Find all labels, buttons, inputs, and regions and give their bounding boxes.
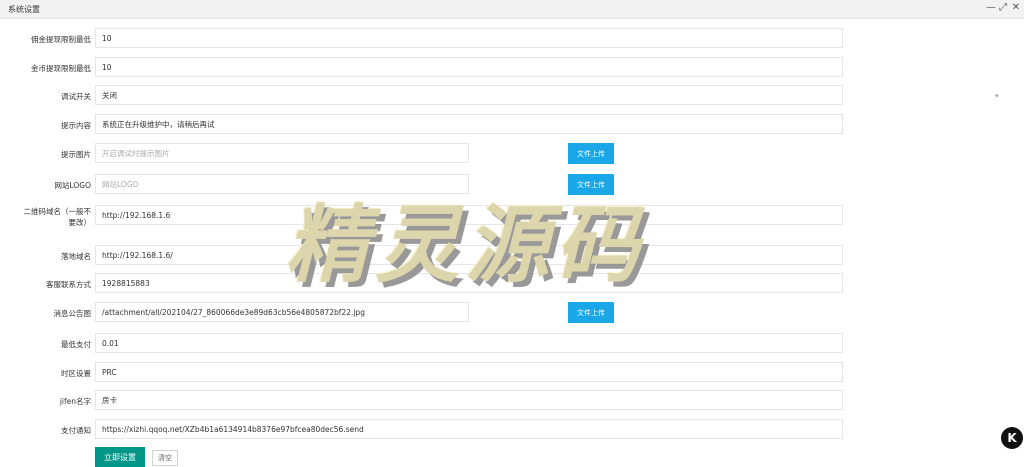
notice-image2-label: 消息公告图	[53, 309, 92, 318]
corner-logo-icon[interactable]: K	[1001, 427, 1023, 449]
min-pay-input[interactable]	[95, 333, 843, 353]
form-row-service-contact: 客服联系方式	[0, 273, 1024, 295]
notice-content-input[interactable]	[95, 114, 843, 134]
timezone-input[interactable]	[95, 362, 843, 382]
submit-button[interactable]: 立即设置	[95, 447, 145, 467]
window-titlebar: 系统设置 — ⤢ ✕	[0, 0, 1024, 19]
debug-switch-select[interactable]: 关闭	[95, 85, 843, 105]
form-row-commission-min: 佣金提现限制最低	[0, 28, 1024, 50]
site-logo-label: 网站LOGO	[54, 181, 91, 190]
form-row-notice-image: 提示图片 文件上传	[0, 143, 1024, 165]
qr-domain-label: 二维码域名（一般不要改）	[23, 207, 92, 227]
commission-min-input[interactable]	[95, 28, 843, 48]
timezone-label: 时区设置	[61, 369, 91, 378]
landing-domain-input[interactable]	[95, 245, 843, 265]
notice-image2-upload-button[interactable]: 文件上传	[568, 302, 614, 323]
service-contact-label: 客服联系方式	[46, 280, 91, 289]
jifen-name-input[interactable]	[95, 390, 843, 410]
debug-switch-label: 调试开关	[61, 92, 91, 101]
site-logo-input[interactable]	[95, 174, 469, 194]
form-row-coin-min: 金币提现限制最低	[0, 57, 1024, 79]
form-row-notice-content: 提示内容	[0, 114, 1024, 136]
notice-image-input[interactable]	[95, 143, 469, 163]
form-row-jifen-name: jifen名字	[0, 390, 1024, 412]
qr-domain-input[interactable]	[95, 205, 843, 225]
notice-image-upload-button[interactable]: 文件上传	[568, 143, 614, 164]
minimize-icon[interactable]: —	[985, 2, 997, 14]
form-row-landing-domain: 落地域名	[0, 245, 1024, 267]
form-row-notice-image2: 消息公告图 文件上传	[0, 302, 1024, 324]
form-row-site-logo: 网站LOGO 文件上传	[0, 174, 1024, 196]
pay-notify-label: 支付通知	[61, 426, 91, 435]
maximize-icon[interactable]: ⤢	[997, 2, 1009, 14]
coin-min-label: 金币提现限制最低	[31, 64, 91, 73]
notice-image-label: 提示图片	[61, 150, 91, 159]
chevron-down-icon[interactable]: ▾	[995, 92, 999, 100]
pay-notify-input[interactable]	[95, 419, 843, 439]
window-title: 系统设置	[8, 5, 40, 14]
service-contact-input[interactable]	[95, 273, 843, 293]
coin-min-input[interactable]	[95, 57, 843, 77]
jifen-name-label: jifen名字	[59, 397, 91, 406]
form-row-qr-domain: 二维码域名（一般不要改）	[0, 205, 1024, 227]
min-pay-label: 最低支付	[61, 340, 91, 349]
form-row-debug-switch: 调试开关 关闭 ▾	[0, 85, 1024, 107]
notice-content-label: 提示内容	[61, 121, 91, 130]
close-icon[interactable]: ✕	[1010, 2, 1022, 14]
commission-min-label: 佣金提现限制最低	[31, 35, 91, 44]
landing-domain-label: 落地域名	[61, 252, 91, 261]
form-row-timezone: 时区设置	[0, 362, 1024, 384]
form-row-pay-notify: 支付通知	[0, 419, 1024, 441]
site-logo-upload-button[interactable]: 文件上传	[568, 174, 614, 195]
form-row-min-pay: 最低支付	[0, 333, 1024, 355]
notice-image2-input[interactable]	[95, 302, 469, 322]
reset-button[interactable]: 清空	[152, 450, 178, 466]
